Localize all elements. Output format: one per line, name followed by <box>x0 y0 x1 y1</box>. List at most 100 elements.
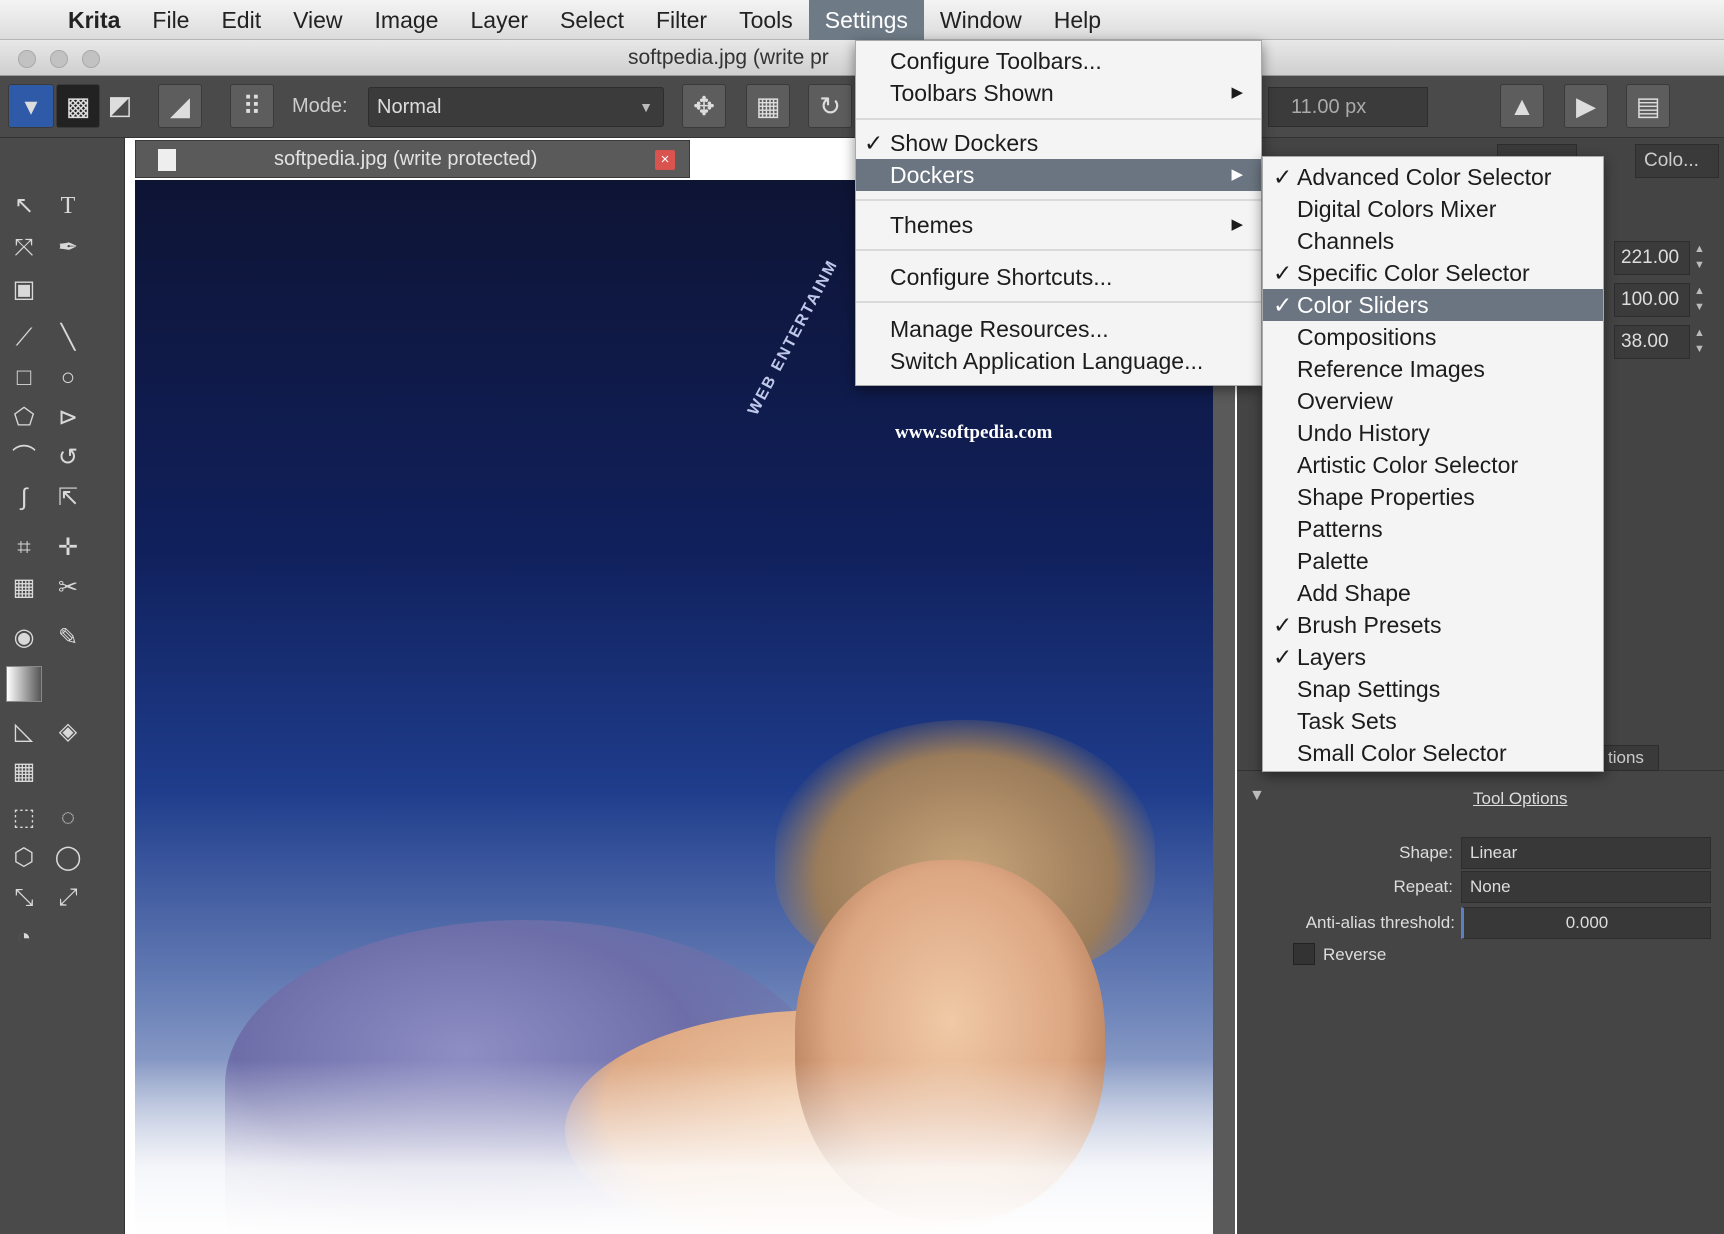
menu-file[interactable]: File <box>136 0 205 40</box>
menu-tools[interactable]: Tools <box>723 0 809 40</box>
color-slider-value-2[interactable]: 100.00 <box>1614 283 1690 317</box>
menu-item-show-dockers[interactable]: ✓ Show Dockers <box>856 127 1261 159</box>
assistant-tool-icon[interactable]: ✂ <box>52 572 84 604</box>
docker-item-small-color-selector[interactable]: Small Color Selector <box>1263 737 1603 769</box>
mirror-horizontal-icon[interactable]: ▲ <box>1500 84 1544 128</box>
move-tool-icon[interactable]: ✛ <box>52 532 84 564</box>
polyline-tool-icon[interactable]: ⊳ <box>52 402 84 434</box>
color-slider-value-3[interactable]: 38.00 <box>1614 325 1690 359</box>
crop-tool-icon[interactable]: ⌗ <box>8 532 40 564</box>
spin-arrows-icon[interactable]: ▲ ▼ <box>1694 325 1710 359</box>
menu-select[interactable]: Select <box>544 0 640 40</box>
spin-arrows-icon[interactable]: ▲ ▼ <box>1694 283 1710 317</box>
reverse-checkbox[interactable] <box>1293 943 1315 965</box>
menu-view[interactable]: View <box>277 0 358 40</box>
alpha-lock-icon[interactable]: ✥ <box>682 84 726 128</box>
fill-shape-icon[interactable]: ▣ <box>8 274 40 306</box>
color-select-icon[interactable]: ⤢ <box>52 882 84 914</box>
menu-item-configure-toolbars[interactable]: Configure Toolbars... <box>856 45 1261 77</box>
docker-item-channels[interactable]: Channels <box>1263 225 1603 257</box>
workspace-icon[interactable]: ▤ <box>1626 84 1670 128</box>
docker-item-shape-properties[interactable]: Shape Properties <box>1263 481 1603 513</box>
polygon-select-icon[interactable]: ⬡ <box>8 842 40 874</box>
repeat-select[interactable]: None <box>1461 871 1711 903</box>
docker-item-brush-presets[interactable]: ✓ Brush Presets <box>1263 609 1603 641</box>
freehand-brush-icon[interactable]: ⟋ <box>8 322 40 354</box>
rect-select-icon[interactable]: ⬚ <box>8 802 40 834</box>
zoom-window-button[interactable] <box>82 50 100 68</box>
text-tool-icon[interactable]: T <box>52 190 84 222</box>
docker-tab-color[interactable]: Colo... <box>1635 144 1719 178</box>
menu-edit[interactable]: Edit <box>205 0 277 40</box>
perspective-grid-icon[interactable]: ◈ <box>52 716 84 748</box>
document-tab[interactable]: softpedia.jpg (write protected) × <box>135 140 690 178</box>
eraser-mode-icon[interactable]: ◢ <box>158 84 202 128</box>
menu-image[interactable]: Image <box>359 0 455 40</box>
select-shapes-icon[interactable]: ↖ <box>8 190 40 222</box>
menu-settings[interactable]: Settings <box>808 0 924 40</box>
spin-arrows-icon[interactable]: ▲ ▼ <box>1694 241 1710 275</box>
docker-item-snap-settings[interactable]: Snap Settings <box>1263 673 1603 705</box>
docker-item-artistic-color-selector[interactable]: Artistic Color Selector <box>1263 449 1603 481</box>
shape-select[interactable]: Linear <box>1461 837 1711 869</box>
bezier-select-icon[interactable]: ◔ <box>8 922 40 954</box>
docker-item-specific-color-selector[interactable]: ✓ Specific Color Selector <box>1263 257 1603 289</box>
minimize-window-button[interactable] <box>50 50 68 68</box>
contiguous-select-icon[interactable]: ⤡ <box>8 882 40 914</box>
transform-tool-icon[interactable]: ▦ <box>8 572 40 604</box>
menu-item-dockers[interactable]: Dockers ▶ <box>856 159 1261 191</box>
gradient-tool-icon[interactable] <box>6 666 42 702</box>
color-slider-value-1[interactable]: 221.00 <box>1614 241 1690 275</box>
rectangle-tool-icon[interactable]: □ <box>8 362 40 394</box>
checkerboard-icon[interactable]: ▦ <box>746 84 790 128</box>
color-swatch-icon[interactable]: ▾ <box>8 84 54 128</box>
docker-item-compositions[interactable]: Compositions <box>1263 321 1603 353</box>
docker-item-reference-images[interactable]: Reference Images <box>1263 353 1603 385</box>
multibrush-icon[interactable]: ⇱ <box>52 482 84 514</box>
close-window-button[interactable] <box>18 50 36 68</box>
freehand-select-icon[interactable]: ◯ <box>52 842 84 874</box>
ellipse-select-icon[interactable]: ◌ <box>52 802 84 834</box>
menu-window[interactable]: Window <box>924 0 1038 40</box>
docker-item-color-sliders[interactable]: ✓ Color Sliders <box>1263 289 1603 321</box>
freehand-path-icon[interactable]: ↺ <box>52 442 84 474</box>
docker-item-patterns[interactable]: Patterns <box>1263 513 1603 545</box>
menu-layer[interactable]: Layer <box>454 0 544 40</box>
docker-item-digital-colors-mixer[interactable]: Digital Colors Mixer <box>1263 193 1603 225</box>
fill-bucket-icon[interactable]: ◉ <box>8 622 40 654</box>
menu-help[interactable]: Help <box>1038 0 1117 40</box>
docker-item-add-shape[interactable]: Add Shape <box>1263 577 1603 609</box>
menu-item-switch-language[interactable]: Switch Application Language... <box>856 345 1261 377</box>
ellipse-tool-icon[interactable]: ○ <box>52 362 84 394</box>
docker-item-undo-history[interactable]: Undo History <box>1263 417 1603 449</box>
edit-shapes-icon[interactable]: ⤧ <box>8 232 40 264</box>
fg-bg-colors-icon[interactable]: ◩ <box>102 84 138 128</box>
antialias-input[interactable]: 0.000 <box>1461 907 1711 939</box>
bezier-tool-icon[interactable]: ⌒ <box>8 442 40 474</box>
menu-krita[interactable]: Krita <box>52 0 136 40</box>
measure-tool-icon[interactable]: ◺ <box>8 716 40 748</box>
grid-tool-icon[interactable]: ▦ <box>8 756 40 788</box>
docker-item-palette[interactable]: Palette <box>1263 545 1603 577</box>
close-tab-icon[interactable]: × <box>655 150 675 170</box>
brush-preset-icon[interactable]: ⠿ <box>230 84 274 128</box>
collapse-arrow-icon[interactable]: ▼ <box>1249 787 1265 805</box>
menu-item-manage-resources[interactable]: Manage Resources... <box>856 313 1261 345</box>
line-tool-icon[interactable]: ╲ <box>52 322 84 354</box>
docker-item-advanced-color-selector[interactable]: ✓ Advanced Color Selector <box>1263 161 1603 193</box>
menu-item-toolbars-shown[interactable]: Toolbars Shown ▶ <box>856 77 1261 109</box>
color-picker-icon[interactable]: ✎ <box>52 622 84 654</box>
docker-item-task-sets[interactable]: Task Sets <box>1263 705 1603 737</box>
brush-size-input[interactable]: 11.00 px <box>1268 87 1428 127</box>
docker-item-layers[interactable]: ✓ Layers <box>1263 641 1603 673</box>
blend-mode-select[interactable]: Normal ▼ <box>368 87 664 127</box>
menu-filter[interactable]: Filter <box>640 0 723 40</box>
docker-item-overview[interactable]: Overview <box>1263 385 1603 417</box>
menu-item-configure-shortcuts[interactable]: Configure Shortcuts... <box>856 261 1261 293</box>
polygon-tool-icon[interactable]: ⬠ <box>8 402 40 434</box>
reload-preset-icon[interactable]: ↻ <box>808 84 852 128</box>
gradient-preset-icon[interactable]: ▩ <box>56 84 100 128</box>
calligraphy-icon[interactable]: ✒ <box>52 232 84 264</box>
mirror-vertical-icon[interactable]: ▶ <box>1564 84 1608 128</box>
dynamic-brush-icon[interactable]: ∫ <box>8 482 40 514</box>
